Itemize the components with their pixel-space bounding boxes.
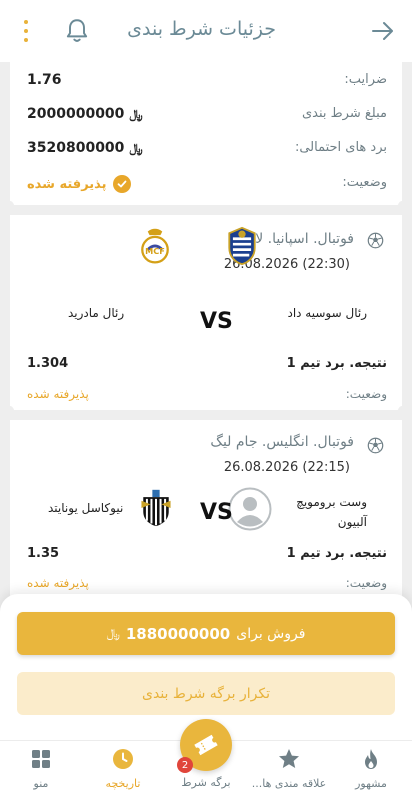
match-pick: نتیجه. برد تیم 1 (286, 546, 387, 561)
nav-label-popular: مشهور (355, 777, 387, 790)
odds-label: ضرایب: (344, 72, 387, 87)
status-accepted: پذیرفته شده (27, 175, 131, 193)
nav-item-history[interactable]: تاریخچه (82, 741, 164, 800)
card-divider (5, 406, 407, 424)
bet-summary-card: ضرایب: 1.76 مبلغ شرط بندی 2000000000 ﷼ ب… (10, 62, 402, 205)
bet-details-content: ضرایب: 1.76 مبلغ شرط بندی 2000000000 ﷼ ب… (5, 62, 407, 605)
status-row: وضعیت: پذیرفته شده (10, 175, 402, 197)
potential-win-row: برد های احتمالی: 3520800000 ﷼ (10, 140, 402, 162)
nav-label-betslip: برگه شرط (181, 776, 231, 789)
match-status-label: وضعیت: (345, 576, 387, 590)
match-odds: 1.304 (27, 356, 69, 371)
nav-label-favorites: علاقه مندی ها... (251, 777, 327, 790)
betslip-count-badge: 2 (177, 757, 193, 773)
match-datetime: 26.08.2026 (22:15) (223, 460, 350, 475)
match-status: پذیرفته شده (27, 576, 89, 590)
back-arrow-icon[interactable] (370, 18, 396, 44)
home-team-name: وست برومویچ آلبیون (296, 492, 367, 532)
page-title: جزئیات شرط بندی (127, 18, 276, 40)
ticket-icon (194, 734, 218, 756)
home-team-placeholder-icon (228, 487, 272, 531)
status-value: پذیرفته شده (27, 176, 107, 192)
potential-win-value: 3520800000 ﷼ (27, 140, 143, 156)
nav-label-menu: منو (33, 777, 49, 790)
nav-item-popular[interactable]: مشهور (330, 741, 412, 800)
odds-value: 1.76 (27, 72, 62, 88)
amount-label: مبلغ شرط بندی (301, 106, 387, 121)
potential-win-number: 3520800000 (27, 140, 125, 156)
home-team-crest-icon (228, 226, 256, 266)
home-team-name-line1: وست برومویچ (296, 495, 367, 509)
match-pick: نتیجه. برد تیم 1 (286, 356, 387, 371)
more-options-icon[interactable] (18, 20, 34, 42)
away-team-crest-icon (141, 489, 171, 527)
app-header: جزئیات شرط بندی (0, 0, 412, 62)
sell-amount: 1880000000 (125, 624, 231, 643)
away-team-name: رئال مادرید (68, 306, 125, 320)
clock-icon (113, 749, 133, 769)
vs-label: VS (200, 500, 233, 525)
grid-menu-icon (32, 750, 50, 768)
nav-label-history: تاریخچه (105, 777, 141, 790)
home-team-name-line2: آلبیون (337, 515, 367, 529)
rial-currency-icon: ﷼ (106, 626, 120, 640)
check-circle-icon (112, 175, 131, 193)
match-card: فوتبال. انگلیس. جام لیگ 26.08.2026 (22:1… (10, 420, 402, 605)
sell-label: فروش برای (236, 625, 306, 642)
svg-text:MCF: MCF (145, 246, 165, 256)
star-icon (279, 749, 299, 768)
match-league: فوتبال. انگلیس. جام لیگ (210, 434, 354, 450)
nav-item-favorites[interactable]: علاقه مندی ها... (248, 741, 330, 800)
amount-value: 2000000000 ﷼ (27, 106, 143, 122)
notification-bell-icon[interactable] (64, 17, 90, 45)
sell-bet-button[interactable]: فروش برای 1880000000 ﷼ (17, 612, 395, 655)
rial-currency-icon: ﷼ (129, 106, 143, 121)
soccer-ball-icon (367, 437, 384, 454)
nav-item-menu[interactable]: منو (0, 741, 82, 800)
soccer-ball-icon (367, 232, 384, 249)
match-status: پذیرفته شده (27, 387, 89, 401)
away-team-name: نیوکاسل یونایتد (48, 501, 124, 515)
status-label: وضعیت: (342, 175, 387, 190)
match-card: فوتبال. اسپانیا. لا لیگا 26.08.2026 (22:… (10, 215, 402, 410)
home-team-name: رئال سوسیه داد (287, 306, 367, 320)
rial-currency-icon: ﷼ (129, 140, 143, 155)
odds-row: ضرایب: 1.76 (10, 72, 402, 94)
potential-win-label: برد های احتمالی: (294, 140, 387, 155)
amount-row: مبلغ شرط بندی 2000000000 ﷼ (10, 106, 402, 128)
amount-number: 2000000000 (27, 106, 125, 122)
match-odds: 1.35 (27, 546, 60, 561)
flame-icon (365, 749, 377, 769)
odds-number: 1.76 (27, 72, 62, 88)
vs-label: VS (200, 309, 233, 334)
card-divider (5, 201, 407, 219)
away-team-crest-icon: MCF (141, 228, 169, 264)
match-status-label: وضعیت: (345, 387, 387, 401)
repeat-betslip-button[interactable]: تکرار برگه شرط بندی (17, 672, 395, 715)
